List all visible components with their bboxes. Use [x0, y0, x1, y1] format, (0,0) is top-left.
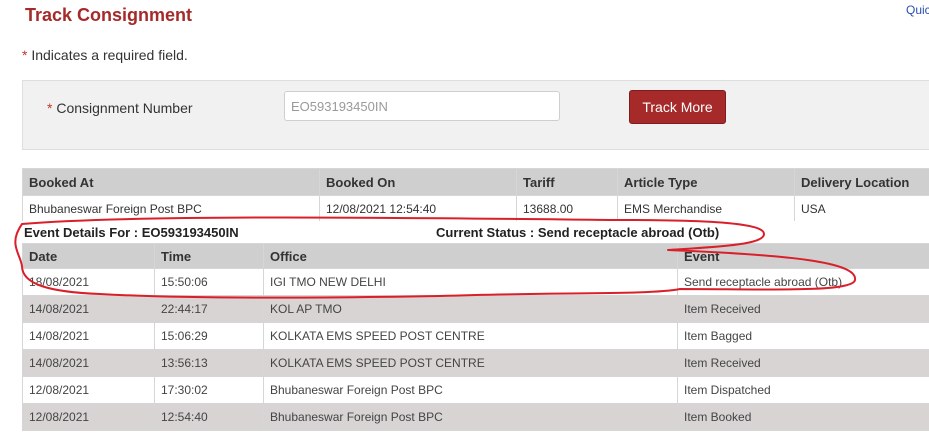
office-cell: KOLKATA EMS SPEED POST CENTRE: [263, 322, 678, 350]
consignment-number-label: * Consignment Number: [47, 100, 193, 116]
event-cell: Item Received: [677, 349, 929, 377]
consignment-label-text: Consignment Number: [56, 100, 193, 116]
required-star: *: [47, 100, 53, 116]
tariff-header: Tariff: [516, 168, 618, 196]
event-cell: Item Bagged: [677, 322, 929, 350]
event-details-bar: Event Details For : EO593193450IN Curren…: [22, 221, 929, 243]
consignment-number-input[interactable]: [284, 91, 560, 121]
time-cell: 17:30:02: [154, 376, 264, 404]
table-row: 12/08/2021 12:54:40 Bhubaneswar Foreign …: [22, 403, 929, 431]
booking-table: Booked At Booked On Tariff Article Type …: [22, 168, 929, 222]
office-cell: Bhubaneswar Foreign Post BPC: [263, 403, 678, 431]
event-cell: Item Dispatched: [677, 376, 929, 404]
time-cell: 22:44:17: [154, 295, 264, 323]
track-more-button[interactable]: Track More: [629, 90, 726, 124]
table-row: 14/08/2021 13:56:13 KOLKATA EMS SPEED PO…: [22, 349, 929, 377]
booked-at-cell: Bhubaneswar Foreign Post BPC: [22, 195, 320, 222]
date-cell: 12/08/2021: [22, 376, 155, 404]
event-cell: Send receptacle abroad (Otb): [677, 268, 929, 296]
article-type-cell: EMS Merchandise: [617, 195, 795, 222]
event-cell: Item Booked: [677, 403, 929, 431]
tariff-cell: 13688.00: [516, 195, 618, 222]
time-cell: 12:54:40: [154, 403, 264, 431]
quick-link[interactable]: Quic: [906, 3, 929, 17]
date-cell: 14/08/2021: [22, 295, 155, 323]
table-row: 14/08/2021 22:44:17 KOL AP TMO Item Rece…: [22, 295, 929, 323]
event-cell: Item Received: [677, 295, 929, 323]
date-cell: 14/08/2021: [22, 349, 155, 377]
required-note-text: Indicates a required field.: [31, 47, 188, 63]
article-type-header: Article Type: [617, 168, 795, 196]
delivery-location-header: Delivery Location: [794, 168, 929, 196]
date-cell: 14/08/2021: [22, 322, 155, 350]
required-star: *: [22, 47, 28, 63]
event-header: Event: [677, 243, 929, 269]
office-cell: Bhubaneswar Foreign Post BPC: [263, 376, 678, 404]
date-header: Date: [22, 243, 155, 269]
time-cell: 13:56:13: [154, 349, 264, 377]
delivery-location-cell: USA: [794, 195, 929, 222]
office-header: Office: [263, 243, 678, 269]
table-row: 12/08/2021 17:30:02 Bhubaneswar Foreign …: [22, 376, 929, 404]
page-title: Track Consignment: [25, 5, 193, 25]
date-cell: 12/08/2021: [22, 403, 155, 431]
current-status: Current Status : Send receptacle abroad …: [436, 225, 720, 240]
events-table: Date Time Office Event 18/08/2021 15:50:…: [22, 243, 929, 431]
booked-on-cell: 12/08/2021 12:54:40: [319, 195, 517, 222]
time-cell: 15:50:06: [154, 268, 264, 296]
booking-header-row: Booked At Booked On Tariff Article Type …: [22, 168, 929, 196]
office-cell: KOL AP TMO: [263, 295, 678, 323]
required-field-note: * Indicates a required field.: [22, 47, 188, 63]
table-row: 18/08/2021 15:50:06 IGI TMO NEW DELHI Se…: [22, 268, 929, 296]
date-cell: 18/08/2021: [22, 268, 155, 296]
office-cell: IGI TMO NEW DELHI: [263, 268, 678, 296]
booked-at-header: Booked At: [22, 168, 320, 196]
time-cell: 15:06:29: [154, 322, 264, 350]
event-details-for: Event Details For : EO593193450IN: [24, 225, 239, 240]
events-header-row: Date Time Office Event: [22, 243, 929, 269]
booking-row: Bhubaneswar Foreign Post BPC 12/08/2021 …: [22, 195, 929, 222]
booked-on-header: Booked On: [319, 168, 517, 196]
table-row: 14/08/2021 15:06:29 KOLKATA EMS SPEED PO…: [22, 322, 929, 350]
tracking-form: * Consignment Number Track More: [22, 80, 929, 150]
time-header: Time: [154, 243, 264, 269]
office-cell: KOLKATA EMS SPEED POST CENTRE: [263, 349, 678, 377]
